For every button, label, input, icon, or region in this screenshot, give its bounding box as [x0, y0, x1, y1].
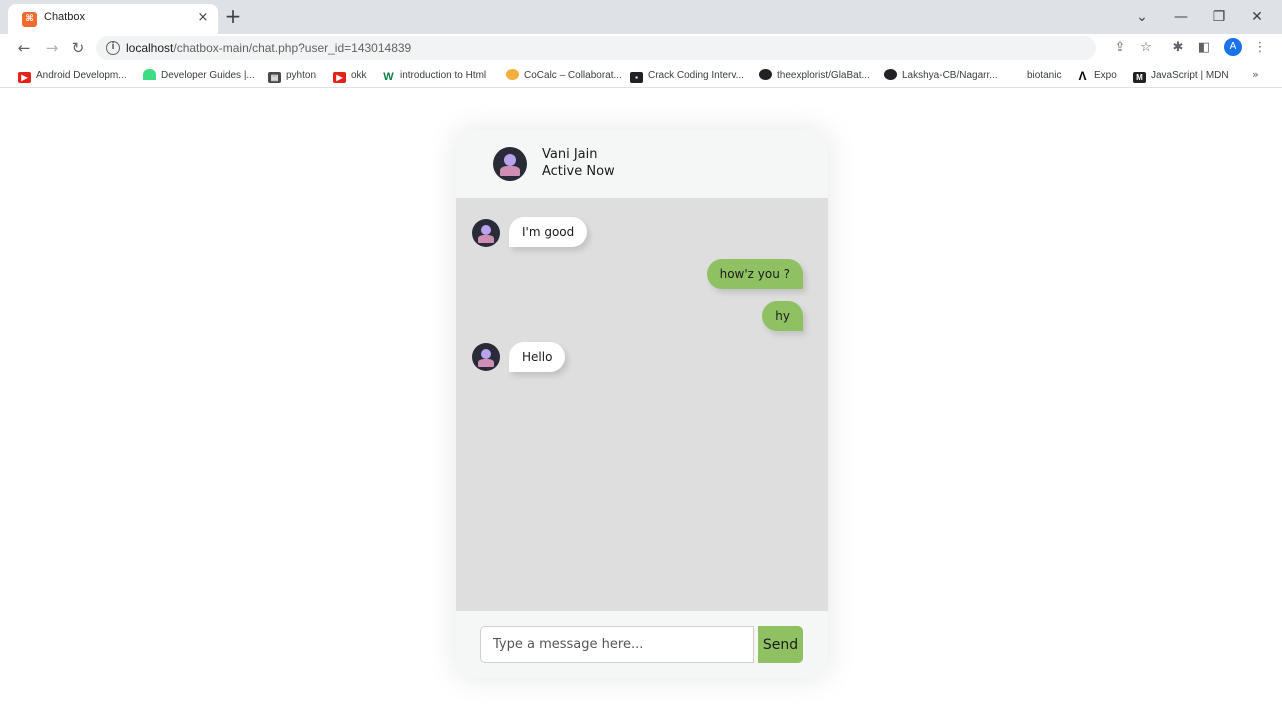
bookmark-item[interactable]: Wintroduction to Html: [382, 68, 486, 84]
profile-avatar[interactable]: A: [1224, 38, 1242, 56]
url-text[interactable]: localhost/chatbox-main/chat.php?user_id=…: [126, 41, 411, 55]
tab-strip: ⌘ Chatbox × + ⌄ — ❐ ✕: [0, 0, 1282, 34]
xampp-favicon-icon: ⌘: [22, 12, 37, 27]
book-icon: ▤: [268, 72, 281, 83]
bookmark-item[interactable]: ▶ Android Developm...: [18, 68, 127, 84]
bookmark-label: Developer Guides |...: [161, 70, 255, 81]
chat-window: Vani Jain Active Now I'm good how'z you …: [456, 130, 828, 678]
site-info-icon[interactable]: i: [106, 41, 120, 55]
github-icon: [884, 69, 897, 80]
bookmark-star-icon[interactable]: ☆: [1136, 38, 1156, 58]
tab-close-icon[interactable]: ×: [194, 9, 212, 27]
browser-tab-chatbox[interactable]: ⌘ Chatbox ×: [8, 4, 218, 34]
forward-icon[interactable]: →: [42, 38, 62, 58]
bookmark-label: okk: [351, 70, 367, 81]
cocalc-icon: [506, 69, 519, 80]
bookmark-item[interactable]: ▶ okk: [333, 68, 367, 84]
bookmark-item[interactable]: ▤ pyhton: [268, 68, 316, 84]
bookmark-label: Android Developm...: [36, 70, 127, 81]
tab-search-icon[interactable]: ⌄: [1130, 7, 1154, 27]
outgoing-message: how'z you ?: [706, 259, 803, 289]
bookmark-item[interactable]: Lakshya-CB/Nagarr...: [884, 68, 998, 84]
android-icon: [143, 69, 156, 80]
bookmark-item[interactable]: theexplorist/GlaBat...: [759, 68, 870, 84]
github-icon: [759, 69, 772, 80]
contact-name: Vani Jain: [542, 147, 598, 162]
restore-icon[interactable]: ❐: [1207, 7, 1231, 27]
avatar: [472, 219, 500, 247]
bookmark-item[interactable]: M JavaScript | MDN: [1133, 68, 1229, 84]
chat-header: Vani Jain Active Now: [456, 130, 828, 198]
reload-icon[interactable]: ↻: [68, 38, 88, 58]
bookmark-label: introduction to Html: [400, 70, 487, 81]
message-composer: Send: [456, 611, 828, 678]
avatar-body: [478, 358, 494, 368]
browser-menu-icon[interactable]: ⋮: [1250, 38, 1270, 58]
bookmark-item[interactable]: biotanic: [1027, 68, 1061, 84]
address-bar[interactable]: i localhost/chatbox-main/chat.php?user_i…: [96, 36, 1096, 60]
side-panel-icon[interactable]: ◧: [1194, 38, 1214, 58]
share-icon[interactable]: ⇪: [1110, 38, 1130, 58]
avatar-head: [480, 348, 492, 359]
bookmark-label: CoCalc – Collaborat...: [524, 70, 622, 81]
youtube-icon: ▶: [18, 72, 31, 83]
message-input[interactable]: [480, 626, 754, 663]
codechef-icon: ▪: [630, 72, 643, 83]
bookmark-label: Expo: [1094, 70, 1117, 81]
bookmark-item[interactable]: Λ Expo: [1076, 68, 1117, 84]
browser-toolbar: ← → ↻ i localhost/chatbox-main/chat.php?…: [0, 34, 1282, 62]
url-path: /chatbox-main/chat.php?user_id=143014839: [173, 41, 412, 55]
bookmark-label: pyhton: [286, 70, 317, 81]
outgoing-message: hy: [762, 301, 803, 331]
w3schools-icon: W: [383, 71, 394, 83]
mdn-icon: M: [1133, 72, 1146, 83]
bookmark-label: Lakshya-CB/Nagarr...: [902, 70, 998, 81]
close-window-icon[interactable]: ✕: [1245, 7, 1269, 27]
avatar-head: [480, 224, 492, 235]
new-tab-button[interactable]: +: [222, 6, 244, 28]
bookmark-item[interactable]: CoCalc – Collaborat...: [506, 68, 622, 84]
bookmark-label: Crack Coding Interv...: [648, 70, 744, 81]
expo-icon: Λ: [1078, 69, 1087, 83]
message-list[interactable]: I'm good how'z you ? hy Hello: [456, 198, 828, 611]
bookmark-label: theexplorist/GlaBat...: [777, 70, 870, 81]
bookmark-label: JavaScript | MDN: [1151, 70, 1229, 81]
avatar-body: [478, 234, 494, 244]
bookmark-label: biotanic: [1027, 70, 1062, 81]
youtube-icon: ▶: [333, 72, 346, 83]
avatar-body: [500, 166, 520, 177]
avatar: [472, 343, 500, 371]
avatar-head: [503, 153, 517, 167]
bookmarks-bar: ▶ Android Developm... Developer Guides |.…: [0, 62, 1282, 88]
back-icon[interactable]: ←: [14, 38, 34, 58]
avatar: [493, 147, 527, 181]
minimize-icon[interactable]: —: [1169, 7, 1193, 27]
page-body: Vani Jain Active Now I'm good how'z you …: [0, 88, 1282, 713]
bookmark-item[interactable]: Developer Guides |...: [143, 68, 255, 84]
send-button[interactable]: Send: [758, 626, 803, 663]
tab-title: Chatbox: [44, 11, 85, 23]
bookmark-item[interactable]: ▪ Crack Coding Interv...: [630, 68, 744, 84]
contact-status: Active Now: [542, 164, 615, 179]
extensions-icon[interactable]: ✱: [1168, 38, 1188, 58]
incoming-message: I'm good: [509, 217, 588, 247]
incoming-message: Hello: [509, 342, 566, 372]
more-bookmarks-icon[interactable]: »: [1252, 68, 1259, 81]
url-host: localhost: [126, 41, 174, 55]
